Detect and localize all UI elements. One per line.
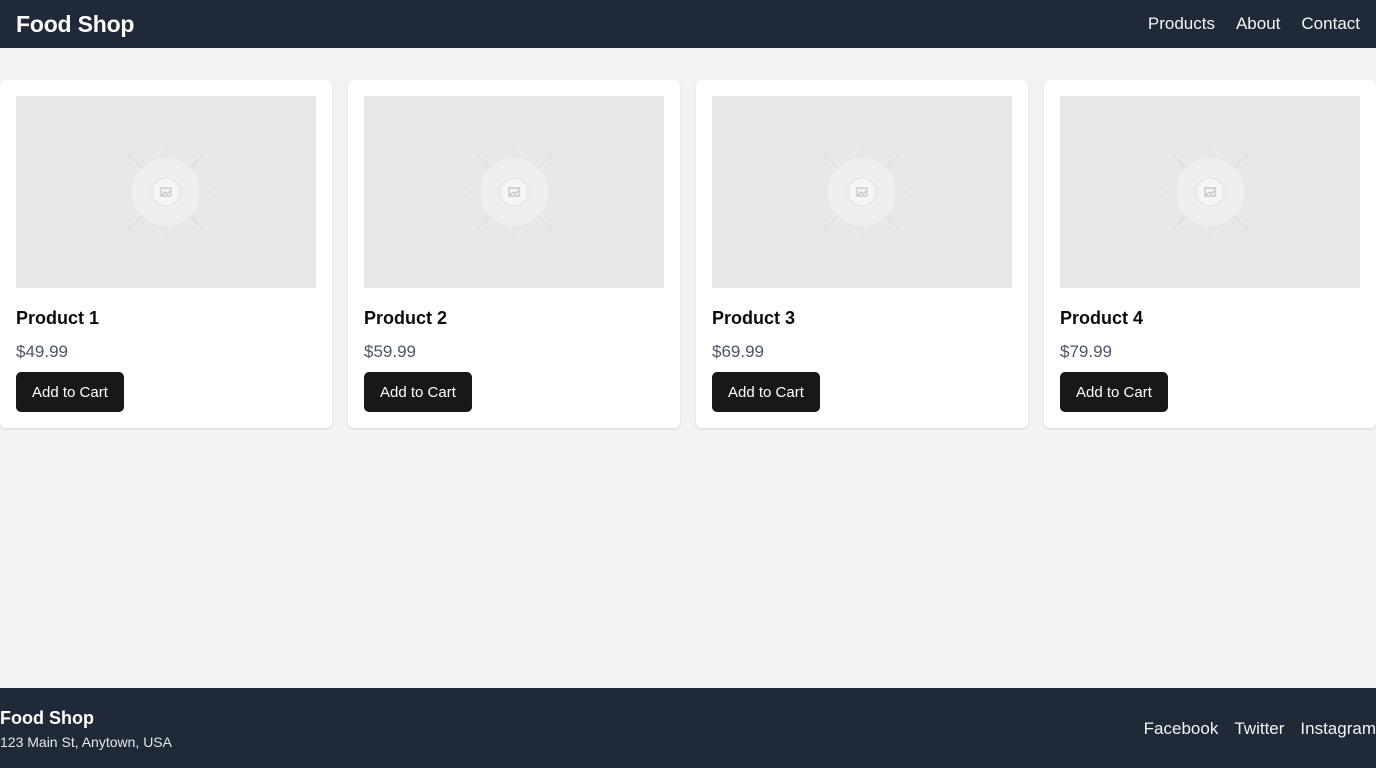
product-card: Product 1 $49.99 Add to Cart (0, 80, 332, 428)
site-header: Food Shop Products About Contact (0, 0, 1376, 48)
nav-link-about[interactable]: About (1236, 14, 1280, 34)
product-title[interactable]: Product 3 (712, 308, 1012, 329)
product-price: $69.99 (712, 342, 764, 361)
footer-brand: Food Shop (0, 708, 94, 728)
product-card: Product 3 $69.99 Add to Cart (696, 80, 1028, 428)
product-image (712, 96, 1012, 288)
facebook-link[interactable]: Facebook (1144, 719, 1219, 739)
product-card: Product 2 $59.99 Add to Cart (348, 80, 680, 428)
product-grid: Product 1 $49.99 Add to Cart Product 2 $… (0, 80, 1376, 428)
product-image (16, 96, 316, 288)
twitter-link[interactable]: Twitter (1234, 719, 1284, 739)
product-title[interactable]: Product 1 (16, 308, 316, 329)
product-card: Product 4 $79.99 Add to Cart (1044, 80, 1376, 428)
nav-link-contact[interactable]: Contact (1301, 14, 1360, 34)
site-footer: Food Shop 123 Main St, Anytown, USA Face… (0, 688, 1376, 768)
product-image (1060, 96, 1360, 288)
product-price: $49.99 (16, 342, 68, 361)
instagram-link[interactable]: Instagram (1300, 719, 1376, 739)
product-title[interactable]: Product 2 (364, 308, 664, 329)
footer-address: 123 Main St, Anytown, USA (0, 734, 172, 750)
image-placeholder-icon (1164, 146, 1256, 238)
add-to-cart-button[interactable]: Add to Cart (1060, 372, 1168, 412)
product-price: $79.99 (1060, 342, 1112, 361)
product-title[interactable]: Product 4 (1060, 308, 1360, 329)
social-links: Facebook Twitter Instagram (1144, 719, 1376, 739)
site-logo[interactable]: Food Shop (16, 11, 134, 38)
image-placeholder-icon (120, 146, 212, 238)
product-price: $59.99 (364, 342, 416, 361)
product-image (364, 96, 664, 288)
add-to-cart-button[interactable]: Add to Cart (712, 372, 820, 412)
image-placeholder-icon (468, 146, 560, 238)
add-to-cart-button[interactable]: Add to Cart (364, 372, 472, 412)
main-nav: Products About Contact (1148, 14, 1360, 34)
add-to-cart-button[interactable]: Add to Cart (16, 372, 124, 412)
image-placeholder-icon (816, 146, 908, 238)
nav-link-products[interactable]: Products (1148, 14, 1215, 34)
